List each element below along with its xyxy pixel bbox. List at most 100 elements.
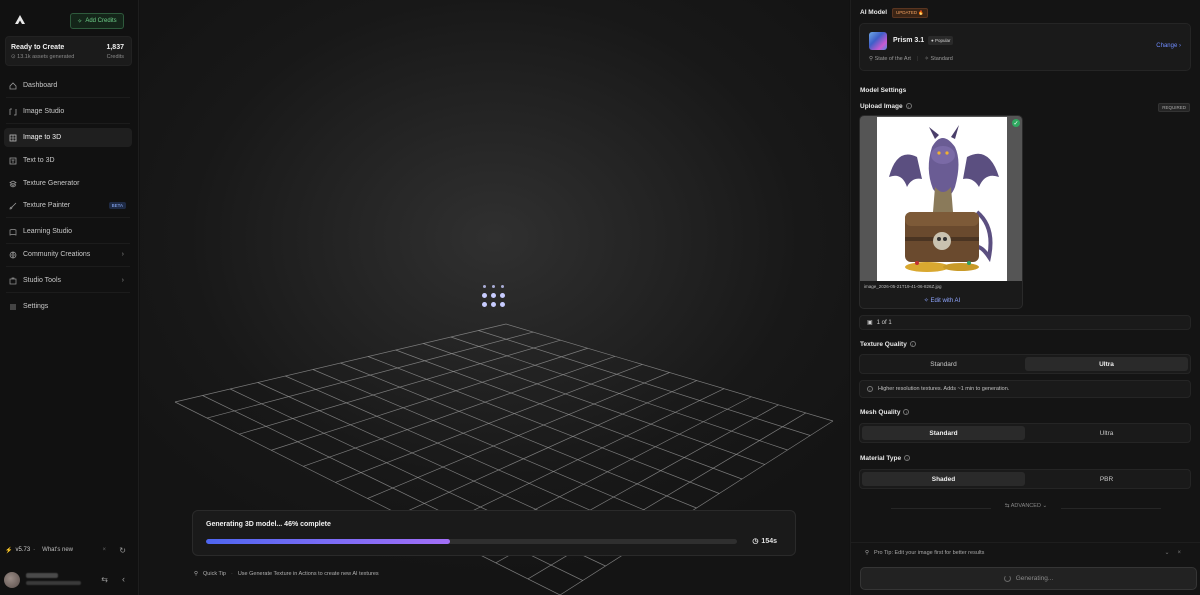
standard-tag: ✧ Standard: [924, 56, 953, 62]
image-filename: image_2026-05-21T19-41-06-826Z.jpg: [864, 284, 942, 289]
material-type-toggle: Shaded PBR: [859, 469, 1191, 489]
mesh-quality-ultra[interactable]: Ultra: [1025, 426, 1188, 440]
upload-dropzone[interactable]: ✓ image_2026-05-21T19-41-06-826Z.jpg ✧ E…: [859, 115, 1023, 309]
edit-with-ai-button[interactable]: ✧ Edit with AI: [860, 297, 1022, 304]
switch-account-icon[interactable]: ⇆: [101, 575, 108, 584]
sidebar-item-label: Texture Painter: [23, 202, 71, 209]
avatar[interactable]: [4, 572, 20, 588]
sidebar-item-label: Settings: [23, 303, 49, 310]
info-icon[interactable]: i: [905, 103, 912, 110]
spinner-icon: [1003, 575, 1011, 582]
pro-tip-text: Pro Tip: Edit your image first for bette…: [874, 549, 985, 556]
tools-icon: [8, 276, 17, 285]
edit-ai-label: Edit with AI: [930, 298, 961, 304]
texture-quality-ultra[interactable]: Ultra: [1025, 357, 1188, 371]
image-count[interactable]: ▣ 1 of 1: [859, 315, 1191, 330]
grid-line: [478, 330, 811, 436]
close-icon[interactable]: ×: [102, 547, 106, 553]
add-credits-button[interactable]: ✧ Add Credits: [70, 13, 124, 29]
credits-label: Credits: [106, 54, 124, 60]
divider: [6, 123, 130, 124]
sidebar-item-learning-studio[interactable]: Learning Studio: [4, 222, 132, 241]
sidebar-item-label: Texture Generator: [23, 180, 80, 187]
model-settings-heading: Model Settings: [860, 87, 907, 94]
image-count-label: 1 of 1: [876, 319, 892, 326]
info-icon[interactable]: i: [909, 341, 916, 348]
sidebar-item-image-to-3d[interactable]: Image to 3D: [4, 128, 132, 147]
grid-line: [423, 343, 765, 465]
sidebar-item-label: Learning Studio: [23, 228, 73, 235]
collapse-sidebar-icon[interactable]: ‹: [122, 574, 125, 584]
user-name-blurred: [26, 573, 58, 578]
image-studio-icon: [8, 107, 17, 116]
updated-badge: UPDATED 🔥: [892, 8, 929, 18]
texture-quality-text: Texture Quality: [860, 341, 907, 348]
beta-badge: BETA: [108, 202, 126, 209]
mesh-quality-standard[interactable]: Standard: [862, 426, 1025, 440]
3d-viewport[interactable]: Generating 3D model... 46% complete ◷ 15…: [140, 0, 849, 595]
divider: [6, 243, 130, 244]
sidebar-item-text-to-3d[interactable]: Text to 3D: [4, 151, 132, 170]
user-profile[interactable]: ⇆ ‹: [4, 570, 132, 590]
sparkle-icon: ✧: [77, 18, 83, 25]
sliders-icon: ⇆: [1004, 503, 1010, 509]
quick-tip-text: Use Generate Texture in Actions to creat…: [237, 571, 379, 577]
mesh-quality-label: Mesh Quality i: [860, 409, 910, 416]
refresh-icon[interactable]: ↻: [119, 546, 126, 555]
grid-line: [367, 372, 670, 499]
change-model-button[interactable]: Change ›: [1156, 43, 1181, 49]
sidebar: ✧ Add Credits Ready to Create ⊙ 13.1k as…: [0, 0, 139, 595]
advanced-toggle[interactable]: ⇆ ADVANCED ⌄: [851, 503, 1200, 509]
sidebar-item-dashboard[interactable]: Dashboard: [4, 76, 132, 95]
tag-label: Standard: [930, 56, 953, 62]
divider: [6, 266, 130, 267]
texture-quality-standard[interactable]: Standard: [862, 357, 1025, 371]
chevron-down-icon: ⌄: [1042, 503, 1048, 509]
user-email-blurred: [26, 581, 81, 585]
info-icon[interactable]: i: [904, 455, 911, 462]
layers-icon: [8, 179, 17, 188]
info-icon[interactable]: i: [903, 409, 910, 416]
logo-icon[interactable]: [14, 14, 26, 26]
book-icon: [8, 227, 17, 236]
material-pbr[interactable]: PBR: [1025, 472, 1188, 486]
credits-value: 1,837: [106, 44, 124, 51]
check-icon: ✓: [1012, 119, 1020, 127]
uploaded-image-preview[interactable]: [877, 117, 1007, 281]
bullet: ·: [230, 571, 233, 577]
sidebar-item-texture-painter[interactable]: Texture Painter BETA: [4, 196, 132, 215]
info-icon: i: [867, 386, 873, 392]
progress-fill: [206, 539, 451, 544]
model-name: Prism 3.1: [893, 37, 925, 44]
sidebar-item-settings[interactable]: Settings: [4, 297, 132, 316]
sidebar-item-label: Image Studio: [23, 108, 65, 115]
divider: [6, 217, 130, 218]
divider: [891, 508, 991, 509]
sidebar-item-community-creations[interactable]: Community Creations ›: [4, 245, 132, 264]
model-selector[interactable]: Prism 3.1 ● Popular ⚲ State of the Art |…: [859, 23, 1191, 71]
sidebar-item-studio-tools[interactable]: Studio Tools ›: [4, 271, 132, 290]
sidebar-item-texture-generator[interactable]: Texture Generator: [4, 174, 132, 193]
pro-tip-controls[interactable]: ⌄×: [1164, 549, 1189, 556]
tag-separator: |: [916, 56, 919, 62]
cube-icon: [8, 133, 17, 142]
popular-badge: ● Popular: [928, 36, 954, 45]
upload-image-label: Upload Image i: [860, 103, 912, 110]
assets-count: 13.1k assets generated: [17, 54, 75, 60]
advanced-label: ADVANCED: [1010, 503, 1041, 509]
sidebar-item-image-studio[interactable]: Image Studio: [4, 102, 132, 121]
change-label: Change: [1156, 43, 1178, 49]
required-badge: REQUIRED: [1158, 103, 1190, 112]
status-title: Ready to Create: [11, 44, 65, 51]
elapsed-time: ◷ 154s: [752, 537, 777, 546]
mesh-quality-toggle: Standard Ultra: [859, 423, 1191, 443]
whats-new-link[interactable]: What's new: [42, 547, 73, 553]
texture-quality-note: i Higher resolution textures. Adds ~1 mi…: [859, 380, 1191, 398]
generate-button[interactable]: Generating...: [860, 567, 1197, 590]
version-label: v5.73: [15, 547, 31, 553]
material-shaded[interactable]: Shaded: [862, 472, 1025, 486]
images-icon: ▣: [867, 320, 873, 326]
divider: [6, 292, 130, 293]
sidebar-item-label: Community Creations: [23, 251, 91, 258]
texture-note-text: Higher resolution textures. Adds ~1 min …: [878, 386, 1010, 392]
